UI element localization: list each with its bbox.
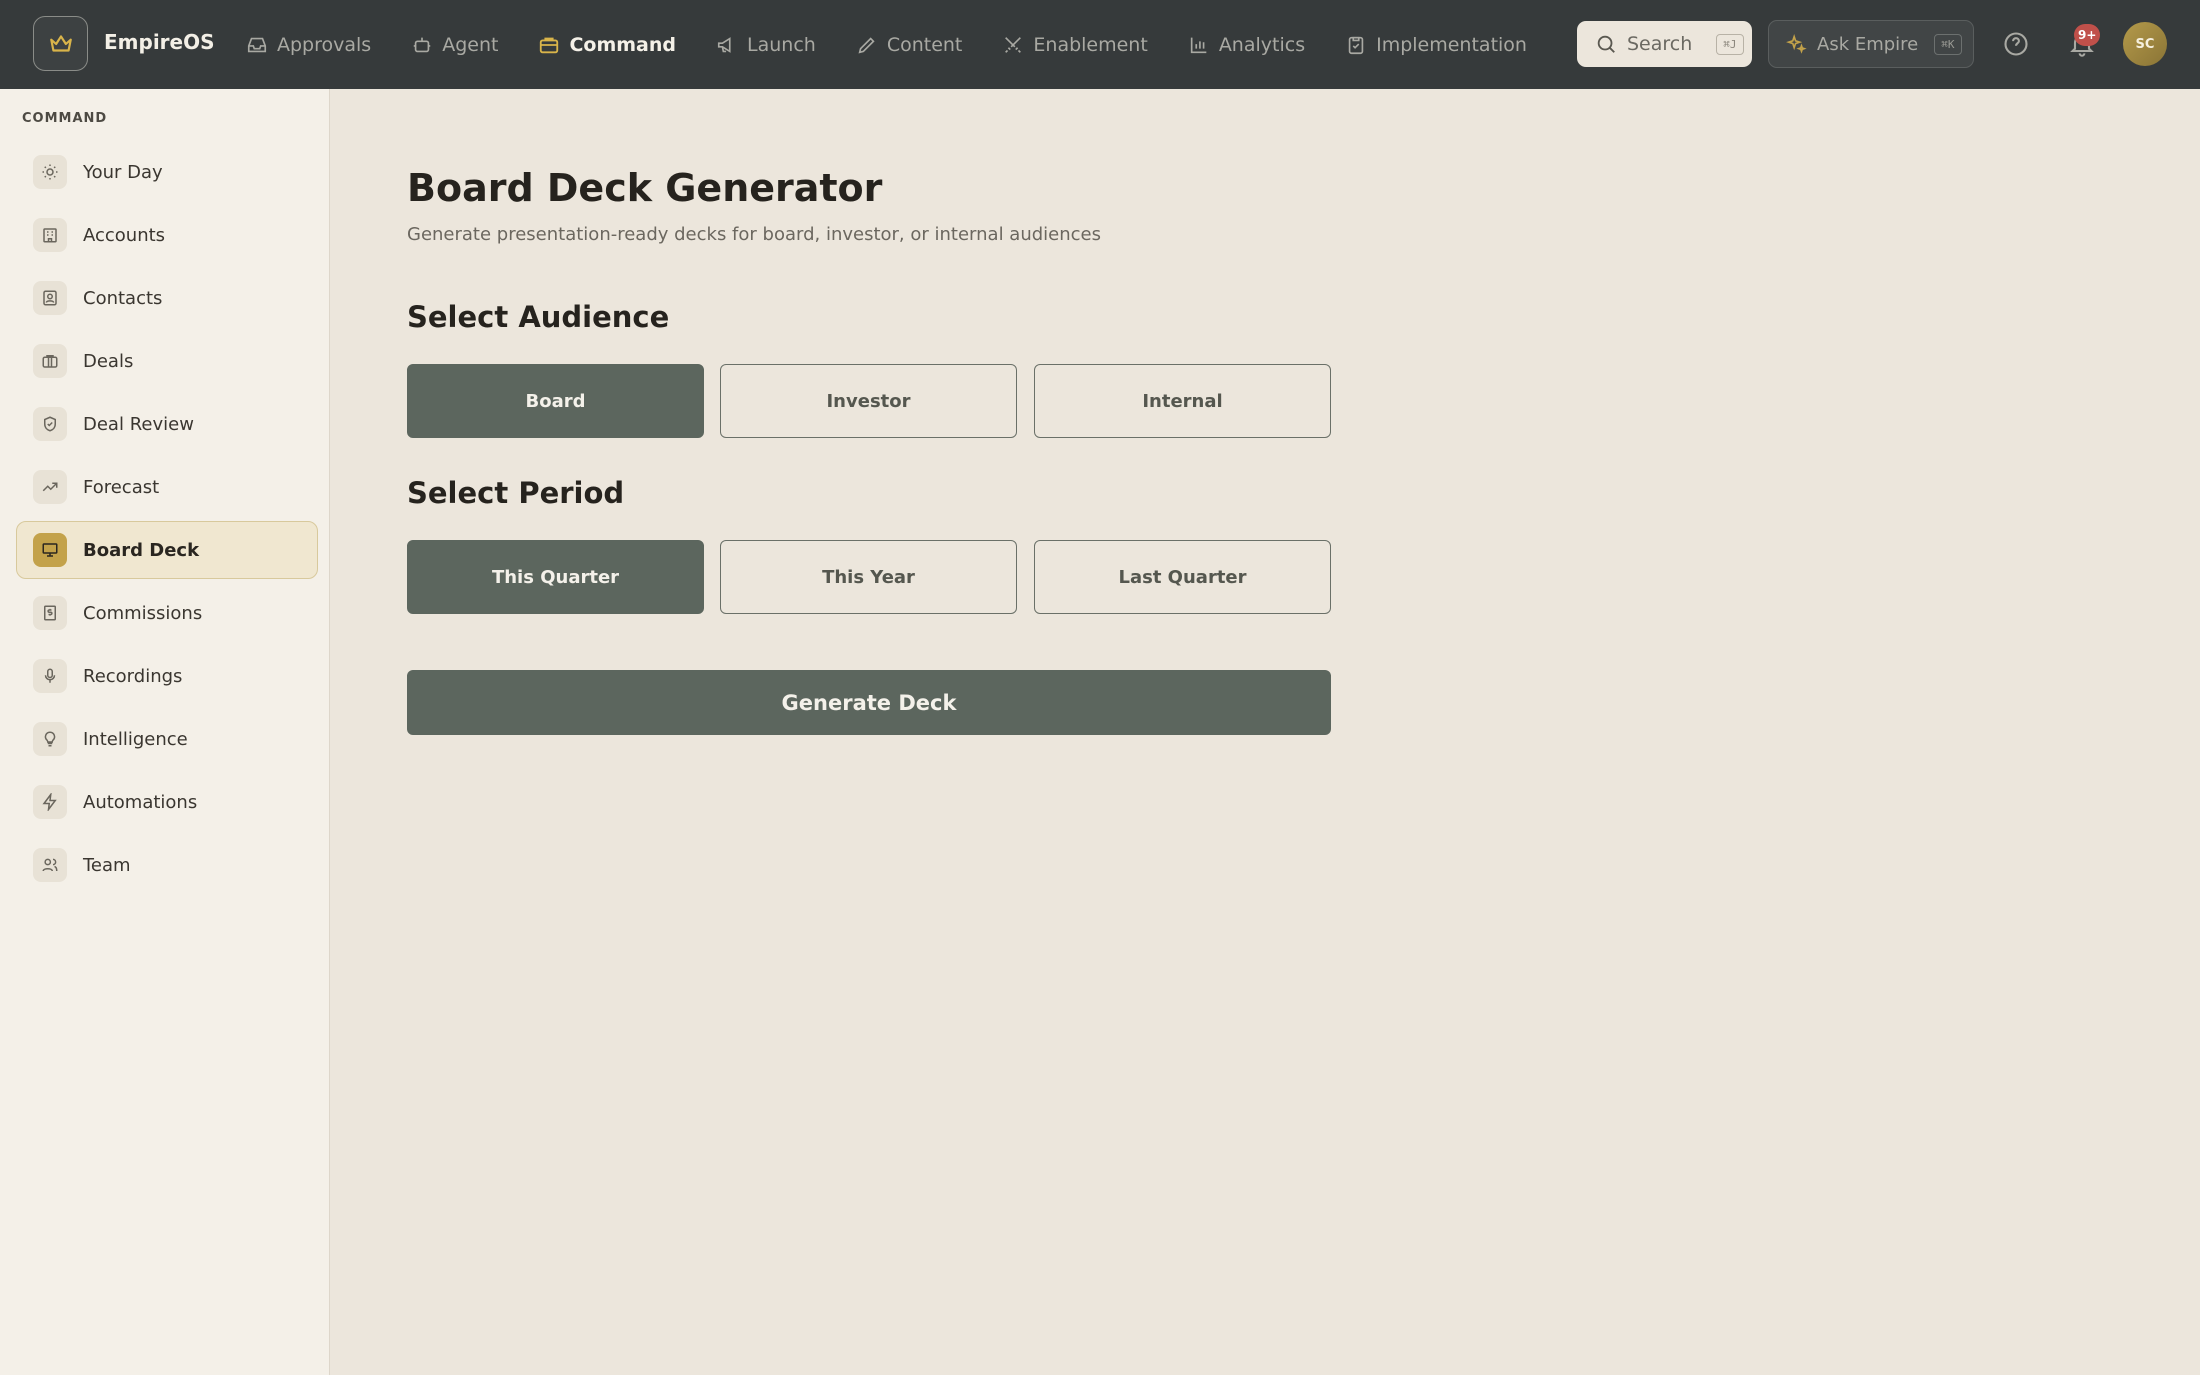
sidebar-item-label: Deal Review	[83, 413, 194, 435]
contact-card-icon	[33, 281, 67, 315]
audience-option-investor[interactable]: Investor	[720, 364, 1017, 438]
sun-icon	[33, 155, 67, 189]
search-label: Search	[1627, 33, 1693, 55]
nav-item-label: Implementation	[1376, 33, 1527, 56]
sidebar-item-label: Team	[83, 854, 131, 876]
brand-name: EmpireOS	[104, 30, 215, 54]
sidebar-item-board-deck[interactable]: Board Deck	[16, 521, 318, 579]
sidebar-item-label: Contacts	[83, 287, 163, 309]
sidebar-item-forecast[interactable]: Forecast	[16, 458, 318, 516]
sidebar-item-label: Deals	[83, 350, 134, 372]
nav-item-launch[interactable]: Launch	[716, 34, 816, 56]
nav-item-implementation[interactable]: Implementation	[1345, 34, 1527, 56]
sidebar-item-team[interactable]: Team	[16, 836, 318, 894]
sidebar-item-commissions[interactable]: Commissions	[16, 584, 318, 642]
trending-up-icon	[33, 470, 67, 504]
period-option-last-quarter[interactable]: Last Quarter	[1034, 540, 1331, 614]
audience-option-board[interactable]: Board	[407, 364, 704, 438]
megaphone-icon	[717, 36, 731, 53]
logo-button[interactable]	[33, 16, 88, 71]
sidebar-item-intelligence[interactable]: Intelligence	[16, 710, 318, 768]
sidebar-item-accounts[interactable]: Accounts	[16, 206, 318, 264]
sidebar-item-label: Forecast	[83, 476, 160, 498]
nav-item-approvals[interactable]: Approvals	[246, 34, 371, 56]
audience-option-internal[interactable]: Internal	[1034, 364, 1331, 438]
lightning-icon	[33, 785, 67, 819]
nav-item-label: Analytics	[1218, 33, 1306, 56]
nav-item-agent[interactable]: Agent	[411, 34, 498, 56]
microphone-icon	[33, 659, 67, 693]
sidebar-item-label: Recordings	[83, 665, 183, 687]
search-button[interactable]: Search ⌘J	[1577, 21, 1752, 67]
nav-item-label: Content	[886, 33, 963, 56]
clipboard-check-icon	[1348, 36, 1364, 54]
briefcase-icon	[33, 344, 67, 378]
nav-item-label: Approvals	[277, 33, 372, 56]
sidebar: COMMAND Your Day Accounts Contacts Deals…	[0, 89, 330, 1375]
building-icon	[33, 218, 67, 252]
robot-icon	[413, 37, 431, 52]
sidebar-item-label: Commissions	[83, 602, 203, 624]
nav-item-label: Launch	[747, 33, 816, 56]
ask-empire-button[interactable]: Ask Empire ⌘K	[1768, 20, 1974, 68]
sparkles-icon	[1786, 34, 1807, 54]
sidebar-item-automations[interactable]: Automations	[16, 773, 318, 831]
presentation-icon	[33, 533, 67, 567]
pencil-icon	[858, 36, 875, 53]
sidebar-item-your-day[interactable]: Your Day	[16, 143, 318, 201]
help-circle-icon	[2004, 32, 2028, 56]
inbox-icon	[247, 37, 267, 52]
sidebar-heading: COMMAND	[22, 111, 108, 126]
search-shortcut: ⌘J	[1716, 33, 1744, 55]
sidebar-item-deals[interactable]: Deals	[16, 332, 318, 390]
lightbulb-icon	[33, 722, 67, 756]
nav-item-command[interactable]: Command	[538, 34, 676, 56]
nav-item-content[interactable]: Content	[856, 33, 963, 56]
sidebar-item-recordings[interactable]: Recordings	[16, 647, 318, 705]
bar-chart-icon	[1190, 37, 1207, 53]
sidebar-item-label: Intelligence	[83, 728, 188, 750]
period-heading: Select Period	[407, 476, 625, 510]
ask-label: Ask Empire	[1817, 33, 1919, 55]
page-title: Board Deck Generator	[407, 166, 883, 210]
shield-check-icon	[33, 407, 67, 441]
users-icon	[33, 848, 67, 882]
page-subtitle: Generate presentation-ready decks for bo…	[407, 224, 1101, 245]
period-option-this-quarter[interactable]: This Quarter	[407, 540, 704, 614]
sidebar-item-label: Accounts	[83, 224, 166, 246]
dollar-receipt-icon	[33, 596, 67, 630]
briefcase-icon	[540, 37, 559, 53]
sidebar-item-deal-review[interactable]: Deal Review	[16, 395, 318, 453]
period-option-this-year[interactable]: This Year	[720, 540, 1017, 614]
sidebar-item-label: Your Day	[83, 161, 163, 183]
crown-icon	[49, 34, 72, 52]
user-avatar[interactable]: SC	[2123, 22, 2167, 66]
help-button[interactable]	[2002, 30, 2030, 58]
nav-item-label: Command	[569, 33, 676, 56]
nav-item-enablement[interactable]: Enablement	[1002, 33, 1148, 56]
generate-deck-button[interactable]: Generate Deck	[407, 670, 1331, 735]
top-bar: EmpireOS Approvals Agent Command Launch …	[0, 0, 2200, 89]
nav-item-label: Agent	[442, 33, 499, 56]
sidebar-item-contacts[interactable]: Contacts	[16, 269, 318, 327]
ask-shortcut: ⌘K	[1934, 33, 1962, 55]
swords-icon	[1005, 36, 1022, 53]
audience-heading: Select Audience	[407, 300, 670, 334]
main-nav: Approvals Agent Command Launch Content E…	[246, 0, 1567, 89]
search-icon	[1597, 35, 1615, 53]
nav-item-label: Enablement	[1033, 33, 1148, 56]
nav-item-analytics[interactable]: Analytics	[1188, 34, 1305, 56]
sidebar-item-label: Automations	[83, 791, 198, 813]
sidebar-item-label: Board Deck	[83, 539, 200, 561]
notification-badge: 9+	[2074, 24, 2101, 46]
